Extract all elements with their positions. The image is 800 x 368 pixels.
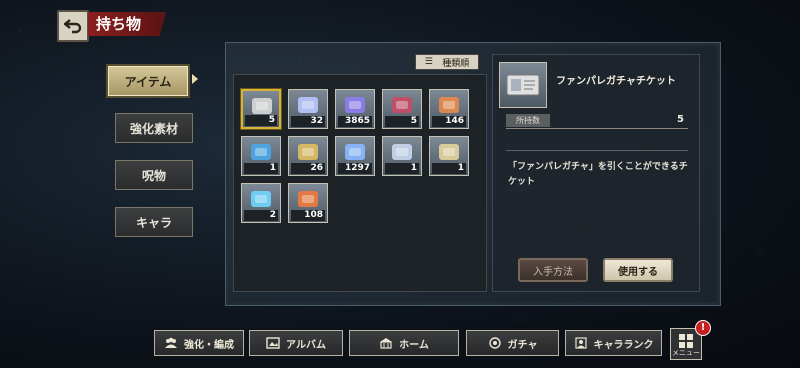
gacha-icon [488,337,501,349]
item-slot[interactable]: 1297 [335,136,375,176]
nav-label: ガチャ [507,339,538,351]
back-arrow-icon [64,19,82,34]
item-count: 2 [244,210,278,221]
detail-ticket-icon [499,62,547,108]
active-tab-arrow-icon [192,74,198,84]
how-to-obtain-button[interactable]: 入手方法 [518,258,588,282]
medal-icon [298,144,318,160]
item-slot[interactable]: 5 [241,89,281,129]
nav-label: アルバム [286,339,326,351]
cloth-icon [345,144,365,160]
sort-button[interactable]: ☰ 種類順 [415,54,479,70]
item-slot[interactable]: 1 [241,136,281,176]
item-slot[interactable]: 32 [288,89,328,129]
rank-icon [574,337,587,349]
item-slot[interactable]: 3865 [335,89,375,129]
home-icon [380,338,393,349]
item-count: 26 [291,163,325,174]
menu-label: メニュー [672,349,700,357]
sort-icon: ☰ [424,57,433,67]
notification-badge: ! [695,320,711,336]
scroll-icon [439,144,459,160]
item-count: 5 [245,115,277,126]
detail-divider [506,150,688,151]
item-count: 32 [291,116,325,127]
item-count: 3865 [338,116,372,127]
gem-box-icon [392,97,412,113]
nav-character-rank[interactable]: キャラランク [565,330,662,356]
crystal-icon [345,97,365,113]
item-slot[interactable]: 2 [241,183,281,223]
item-count: 146 [432,116,466,127]
tab-characters[interactable]: キャラ [115,207,193,237]
nav-label: キャラランク [593,339,654,351]
owned-count-value: 5 [677,114,684,125]
item-count: 1 [385,163,419,174]
album-icon [266,337,280,349]
item-count: 1297 [338,163,372,174]
nav-enhance-formation[interactable]: 強化・編成 [154,330,244,356]
tab-cursed-objects[interactable]: 呪物 [115,160,193,190]
item-slot[interactable]: 1 [382,136,422,176]
item-slot[interactable]: 1 [429,136,469,176]
item-description: 「ファンパレガチャ」を引くことができるチケット [508,162,688,187]
potion-icon [298,97,318,113]
item-name: ファンパレガチャチケット [556,76,676,87]
tab-items[interactable]: アイテム [108,66,188,96]
item-count: 108 [291,210,325,221]
ticket-icon [252,98,272,114]
nav-label: 強化・編成 [184,339,234,351]
item-slot[interactable]: 108 [288,183,328,223]
tab-enhance-materials[interactable]: 強化素材 [115,113,193,143]
page-title: 持ち物 [88,12,166,36]
item-count: 5 [385,116,419,127]
team-icon [165,337,177,348]
item-slot[interactable]: 26 [288,136,328,176]
orange-ticket-icon [298,191,318,207]
tube-icon [251,144,271,160]
nav-album[interactable]: アルバム [249,330,343,356]
nav-label: ホーム [399,339,429,351]
item-slot[interactable]: 146 [429,89,469,129]
owned-count-label: 所持数 [506,114,550,127]
petals-icon [439,97,459,113]
back-button[interactable] [57,10,89,42]
blade-icon [392,144,412,160]
owned-count-row: 所持数 5 [506,114,688,129]
item-slot[interactable]: 5 [382,89,422,129]
nav-home[interactable]: ホーム [349,330,459,356]
sort-label: 種類順 [442,58,470,69]
card-icon [251,191,271,207]
nav-gacha[interactable]: ガチャ [466,330,559,356]
item-count: 1 [244,163,278,174]
item-count: 1 [432,163,466,174]
use-button[interactable]: 使用する [603,258,673,282]
